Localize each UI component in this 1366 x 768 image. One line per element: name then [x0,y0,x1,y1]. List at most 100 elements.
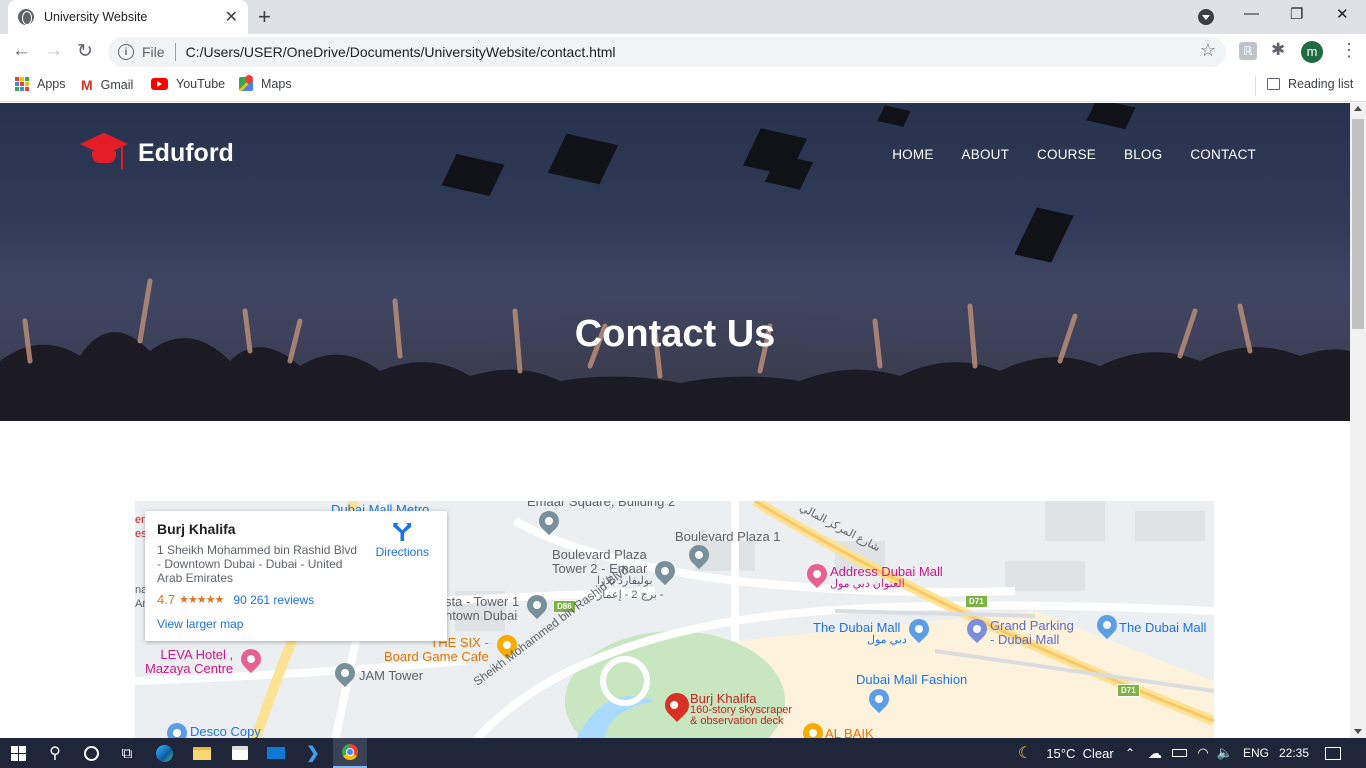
search-icon[interactable]: ⚲ [38,738,72,768]
info-icon[interactable]: i [118,44,134,60]
bookmark-label: Apps [37,77,66,91]
menu-kebab-icon[interactable]: ⋮ [1340,40,1358,61]
bookmark-label: Gmail [100,78,134,92]
bookmark-star-icon[interactable]: ☆ [1200,40,1216,61]
map-label-jam-tower: JAM Tower [359,668,424,683]
graduation-cap-icon [80,132,128,173]
store-icon[interactable] [222,738,258,768]
graduation-cap-image [1086,103,1136,130]
chrome-icon [342,744,358,760]
map-label-the-dubai-mall-2: The Dubai Mall [1119,620,1207,635]
rating-stars-icon: ★★★★★ [179,594,224,606]
language-indicator[interactable]: ENG [1240,738,1272,768]
map-label-boulevard-plaza-2: Boulevard Plaza Tower 2 - Emaar [552,547,648,576]
map-label-the-dubai-mall-ar: دبي مول [867,634,907,646]
windows-logo-icon [10,745,26,761]
site-logo[interactable]: Eduford [80,132,234,173]
url-text[interactable]: C:/Users/USER/OneDrive/Documents/Univers… [186,44,616,60]
back-icon[interactable]: ← [12,40,31,62]
scroll-down-icon[interactable] [1354,729,1362,734]
reload-icon[interactable]: ↻ [77,40,93,63]
map-label-burj-khalifa-desc: 160-story skyscraper & observation deck [690,704,793,727]
reading-list-button[interactable]: Reading list [1267,77,1353,91]
tab-strip: University Website ✕ + — ❐ ✕ [0,0,1366,34]
nav-about[interactable]: ABOUT [962,147,1010,162]
wifi-icon[interactable]: ◠ [1192,738,1214,768]
url-protocol: File [142,44,165,60]
mail-icon[interactable] [258,738,294,768]
weather-text[interactable]: 15°C Clear [1040,738,1120,768]
bookmarks-bar: Apps M Gmail YouTube Maps Reading list [0,70,1366,102]
close-window-icon[interactable]: ✕ [1336,5,1349,23]
map-label-leva-hotel: LEVA Hotel , Mazaya Centre [145,647,234,676]
map-label-grand-parking: Grand Parking - Dubai Mall [990,618,1074,647]
scroll-up-icon[interactable] [1354,106,1362,111]
vscode-icon[interactable]: ❯ [295,738,331,768]
cloud-icon[interactable]: ☁ [1144,738,1166,768]
nav-contact[interactable]: CONTACT [1190,147,1256,162]
tab-title: University Website [44,10,148,24]
bookmarks-separator [1255,76,1256,96]
map-label-vista-tower: sta - Tower 1 ntown Dubai [445,594,520,623]
graduation-cap-image [1014,207,1074,263]
clock[interactable]: 22:35 [1276,738,1312,768]
reviews-link[interactable]: 90 261 reviews [233,593,314,607]
graduation-cap-image [547,133,619,185]
road-shield-d71: D71 [1117,684,1140,697]
scrollbar-thumb[interactable] [1352,119,1364,329]
forward-icon[interactable]: → [44,40,63,62]
map-label-desco-copy: Desco Copy [190,724,261,739]
reading-list-icon [1267,78,1280,90]
close-tab-icon[interactable]: ✕ [225,7,238,27]
battery-icon[interactable] [1168,738,1190,768]
bookmark-label: Maps [261,77,292,91]
windows-taskbar: ⚲ ⧉ ❯ ☾ 15°C Clear ⌃ ☁ ◠ 🔈 ENG 22:35 [0,738,1366,768]
address-bar[interactable]: i File C:/Users/USER/OneDrive/Documents/… [108,37,1226,67]
nav-home[interactable]: HOME [892,147,933,162]
map-label-address-dubai-mall-ar: العنوان دبي مول [830,578,905,590]
tab-search-icon[interactable] [1198,9,1214,25]
gmail-icon: M [81,77,93,93]
bookmark-maps[interactable]: Maps [239,77,292,91]
youtube-icon [151,78,168,90]
directions-button[interactable]: Directions [376,523,429,559]
new-tab-button[interactable]: + [258,4,271,30]
minimize-icon[interactable]: — [1244,5,1259,22]
graduation-cap-image [441,153,505,197]
map-label-emaar-square: Emaar Square, Building 2 [527,501,676,509]
page-title: Contact Us [574,313,776,355]
bookmark-gmail[interactable]: M Gmail [81,77,133,93]
chrome-taskbar-button[interactable] [333,738,367,768]
globe-icon [18,9,34,25]
hero-banner: Eduford HOME ABOUT COURSE BLOG CONTACT C… [0,103,1350,421]
edge-icon[interactable] [146,738,182,768]
url-separator [174,43,176,61]
nav-course[interactable]: COURSE [1037,147,1096,162]
extension-icon[interactable]: ℝ [1239,42,1257,60]
bookmark-label: YouTube [176,77,226,91]
restore-icon[interactable]: ❐ [1290,5,1303,23]
page-scrollbar[interactable] [1350,103,1366,738]
file-explorer-icon[interactable] [184,738,220,768]
bookmark-apps[interactable]: Apps [15,77,66,91]
volume-icon[interactable]: 🔈 [1214,738,1236,768]
browser-toolbar: ← → ↻ i File C:/Users/USER/OneDrive/Docu… [0,34,1366,70]
directions-icon [393,523,412,541]
maps-icon [239,77,253,91]
bookmark-youtube[interactable]: YouTube [151,77,225,91]
start-button[interactable] [0,738,36,768]
nav-blog[interactable]: BLOG [1124,147,1162,162]
browser-tab[interactable]: University Website ✕ [8,0,248,34]
page-viewport: Eduford HOME ABOUT COURSE BLOG CONTACT C… [0,103,1350,738]
cortana-icon[interactable] [74,738,108,768]
notifications-icon[interactable] [1318,738,1348,768]
embedded-map[interactable]: Dubai Mall Metro Emaar Square, Building … [135,501,1214,738]
puzzle-extensions-icon[interactable]: ✱ [1271,40,1289,59]
view-larger-map-link[interactable]: View larger map [157,617,435,631]
apps-grid-icon [15,77,29,91]
place-info-card: Burj Khalifa 1 Sheikh Mohammed bin Rashi… [145,511,447,641]
task-view-icon[interactable]: ⧉ [110,738,144,768]
chevron-up-icon[interactable]: ⌃ [1122,738,1138,768]
profile-avatar[interactable]: m [1301,41,1323,63]
road-shield-d71: D71 [965,595,988,608]
